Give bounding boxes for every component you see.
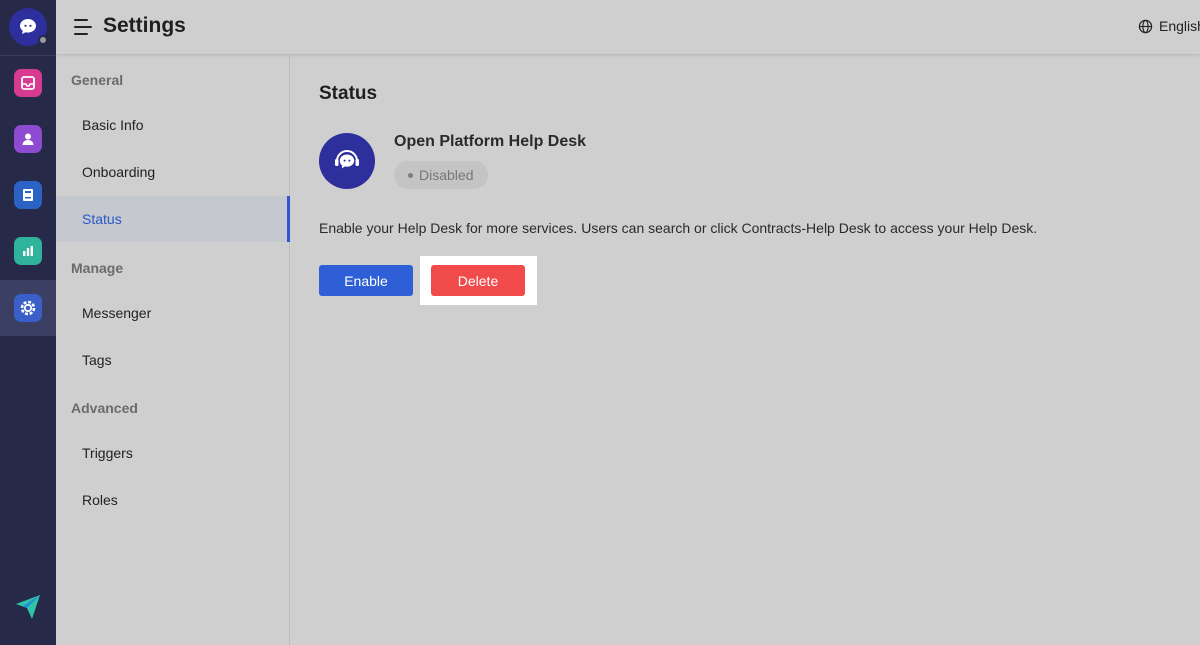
rail-item-settings[interactable] [0,280,56,336]
status-dot-icon [408,172,413,178]
app-logo-avatar[interactable] [9,8,48,46]
chart-icon [14,237,42,265]
globe-icon [1138,19,1153,33]
nav-item-messenger[interactable]: Messenger [56,290,290,336]
nav-group-manage: Manage [71,260,124,276]
delete-button[interactable]: Delete [431,265,525,296]
nav-item-onboarding[interactable]: Onboarding [56,149,290,195]
nav-item-basic-info[interactable]: Basic Info [56,102,290,148]
language-selector[interactable]: English [1138,18,1200,34]
nav-item-roles[interactable]: Roles [56,477,290,523]
top-header: Settings English [56,0,1200,55]
inbox-icon [14,69,42,97]
rail-item-contacts[interactable] [0,111,56,167]
nav-item-status[interactable]: Status [56,196,290,242]
contact-icon [14,125,42,153]
status-badge-label: Disabled [419,167,474,183]
gear-icon [14,294,42,322]
settings-nav: General Basic Info Onboarding Status Man… [56,56,290,645]
rail-item-reports[interactable] [0,223,56,279]
status-description: Enable your Help Desk for more services.… [319,220,1038,236]
nav-item-tags[interactable]: Tags [56,337,290,383]
status-badge: Disabled [394,161,489,189]
nav-item-triggers[interactable]: Triggers [56,430,290,476]
help-desk-name: Open Platform Help Desk [394,133,587,150]
chat-bot-icon [20,19,36,34]
page-title: Settings [103,14,186,37]
headset-bot-icon [335,150,359,169]
enable-button[interactable]: Enable [319,265,413,296]
help-desk-avatar [319,133,375,189]
main-content: Status Open Platform Help Desk Disabled … [290,56,1200,645]
rail-item-inbox[interactable] [0,55,56,111]
language-label: English [1159,18,1200,34]
presence-dot [38,35,48,45]
nav-group-advanced: Advanced [71,400,138,416]
section-title: Status [319,83,378,104]
hamburger-menu-icon[interactable] [74,19,92,35]
send-icon[interactable] [14,592,42,620]
app-rail [0,0,56,645]
book-icon [14,181,42,209]
rail-item-knowledge[interactable] [0,167,56,223]
nav-group-general: General [71,72,124,88]
